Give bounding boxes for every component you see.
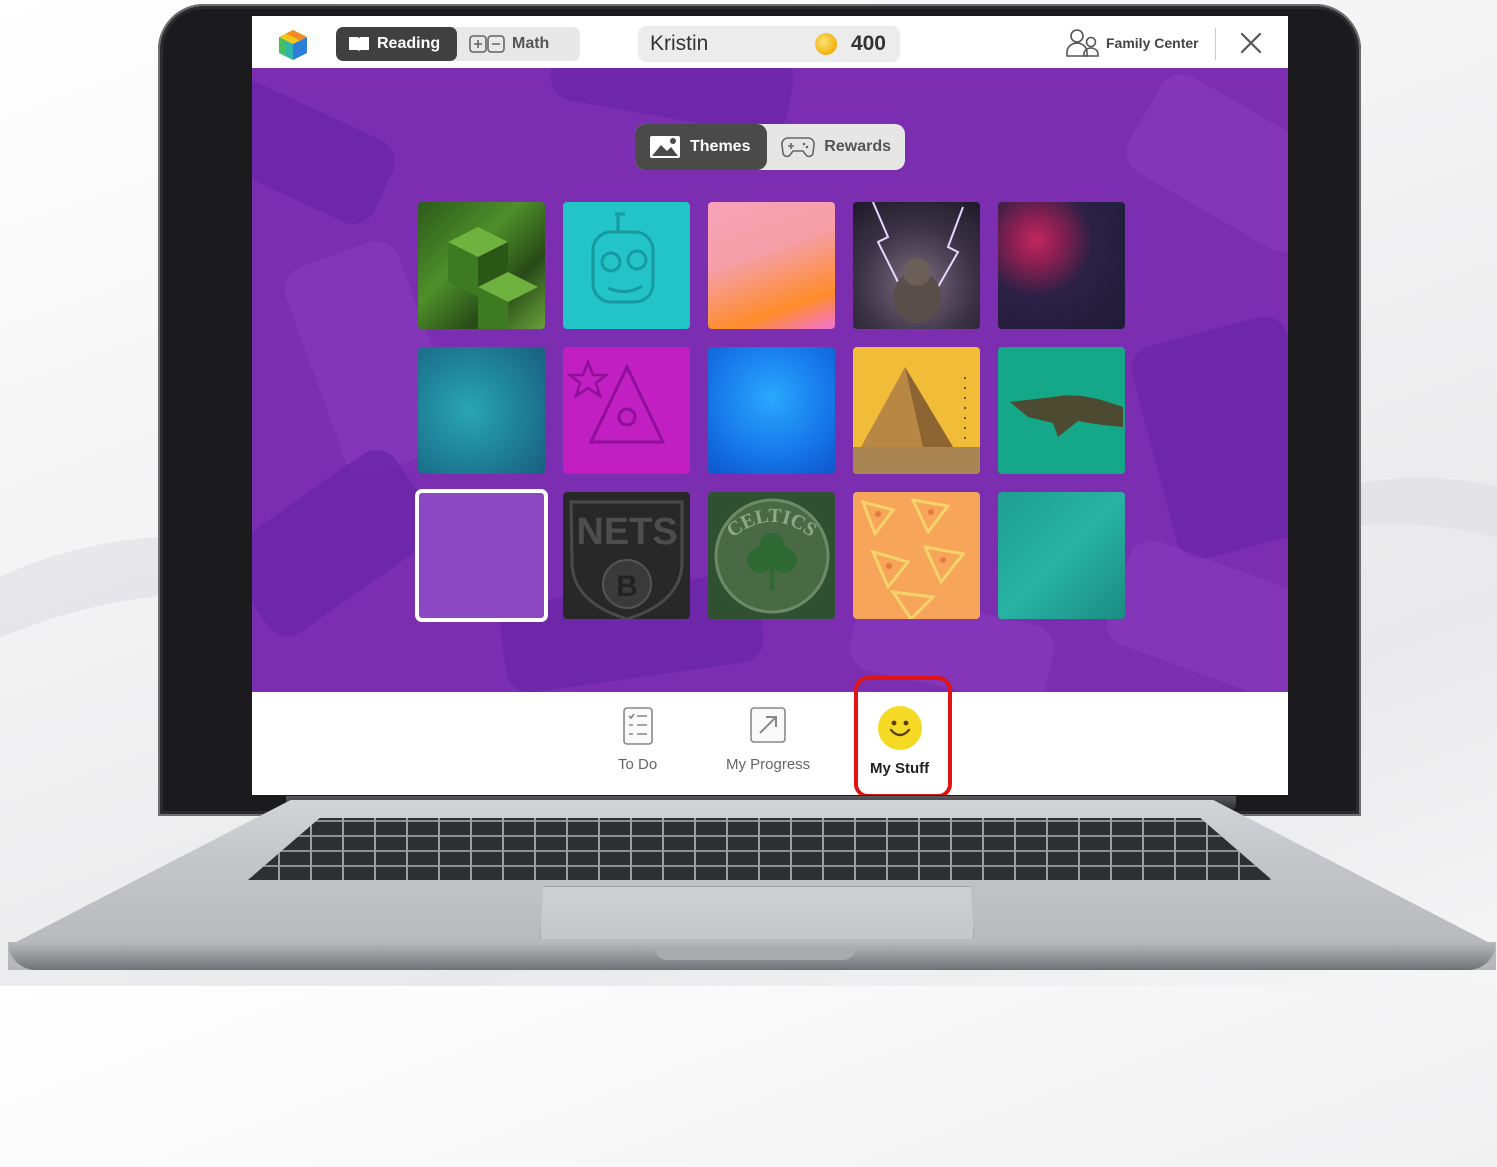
math-tab[interactable]: Math <box>457 27 561 61</box>
background-shape <box>1099 533 1288 692</box>
pizza-pattern-image <box>860 498 966 619</box>
theme-tile-nets-logo[interactable]: NETS B <box>563 492 690 619</box>
theme-tile-pizza-pattern[interactable] <box>853 492 980 619</box>
theme-tile-teal-robot[interactable] <box>563 202 690 329</box>
theme-tile-green-cubes[interactable] <box>418 202 545 329</box>
book-icon <box>349 37 369 52</box>
arrow-progress-icon <box>750 707 786 743</box>
lightning-cat-image <box>872 202 964 323</box>
laptop-keyboard <box>248 818 1272 880</box>
theme-tile-pink-orange-gradient[interactable] <box>708 202 835 329</box>
themes-rewards-switch: Themes Rewards <box>635 124 905 170</box>
themes-stage: Themes Rewards NETS B CELTICS <box>252 68 1288 692</box>
math-tab-label: Math <box>512 35 550 52</box>
robot-doodle <box>591 212 655 304</box>
user-name: Kristin <box>650 32 709 55</box>
family-icon <box>1066 29 1099 57</box>
theme-tile-teal-leaves[interactable] <box>998 492 1125 619</box>
theme-tile-purple-default[interactable] <box>415 489 548 622</box>
background-shape <box>1117 68 1288 261</box>
background-shape <box>252 74 403 232</box>
coin-icon <box>814 33 837 55</box>
rewards-tab[interactable]: Rewards <box>767 124 905 170</box>
cube-pattern <box>448 227 538 329</box>
theme-tile-magenta-doodles[interactable] <box>563 347 690 474</box>
app-logo-cube-icon[interactable] <box>276 28 310 62</box>
app-screen: Reading Math Kristin 400 Family Center T… <box>252 16 1288 795</box>
background-shape <box>252 440 446 646</box>
theme-tile-alligator[interactable] <box>998 347 1125 474</box>
nav-my-progress[interactable]: My Progress <box>726 706 810 773</box>
celtics-logo-image: CELTICS <box>714 498 830 614</box>
theme-tile-celtics-logo[interactable]: CELTICS <box>708 492 835 619</box>
family-center-button[interactable]: Family Center <box>1066 28 1199 58</box>
bottom-navigation: To Do My Progress My Stuff <box>252 676 1288 795</box>
gamepad-icon <box>781 137 816 158</box>
pyramid-image <box>853 367 980 474</box>
nets-logo-image: NETS B <box>569 500 684 619</box>
reading-tab[interactable]: Reading <box>336 27 457 61</box>
nav-my-progress-label: My Progress <box>726 756 811 773</box>
my-stuff-highlight-box <box>854 676 952 795</box>
laptop-trackpad <box>540 886 974 939</box>
doodle-pattern <box>566 358 666 444</box>
rewards-tab-label: Rewards <box>824 138 891 155</box>
theme-tile-pyramid[interactable] <box>853 347 980 474</box>
nav-to-do-label: To Do <box>618 756 658 773</box>
plus-minus-icon <box>469 35 505 53</box>
family-center-label: Family Center <box>1106 35 1199 51</box>
theme-tile-dark-splatter[interactable] <box>998 202 1125 329</box>
svg-text:B: B <box>616 570 638 603</box>
laptop-notch <box>655 948 855 960</box>
theme-tile-teal-galaxy[interactable] <box>418 347 545 474</box>
image-icon <box>650 136 680 158</box>
nets-text: NETS <box>576 511 677 553</box>
alligator-image <box>1010 395 1123 437</box>
themes-tab-label: Themes <box>690 138 751 155</box>
nav-to-do[interactable]: To Do <box>618 706 657 773</box>
user-coin-display: Kristin 400 <box>638 26 900 62</box>
checklist-icon <box>622 707 653 745</box>
coin-count: 400 <box>850 32 886 55</box>
theme-tile-blue-water[interactable] <box>708 347 835 474</box>
top-bar: Reading Math Kristin 400 Family Center <box>252 16 1288 68</box>
theme-tile-lightning-cat[interactable] <box>853 202 980 329</box>
theme-grid: NETS B CELTICS <box>415 202 1128 622</box>
header-divider <box>1215 28 1216 60</box>
close-icon[interactable] <box>1238 30 1264 56</box>
reading-tab-label: Reading <box>377 35 441 52</box>
subject-switch: Reading Math <box>336 27 580 61</box>
themes-tab[interactable]: Themes <box>635 124 768 170</box>
background-shape <box>1126 311 1288 565</box>
